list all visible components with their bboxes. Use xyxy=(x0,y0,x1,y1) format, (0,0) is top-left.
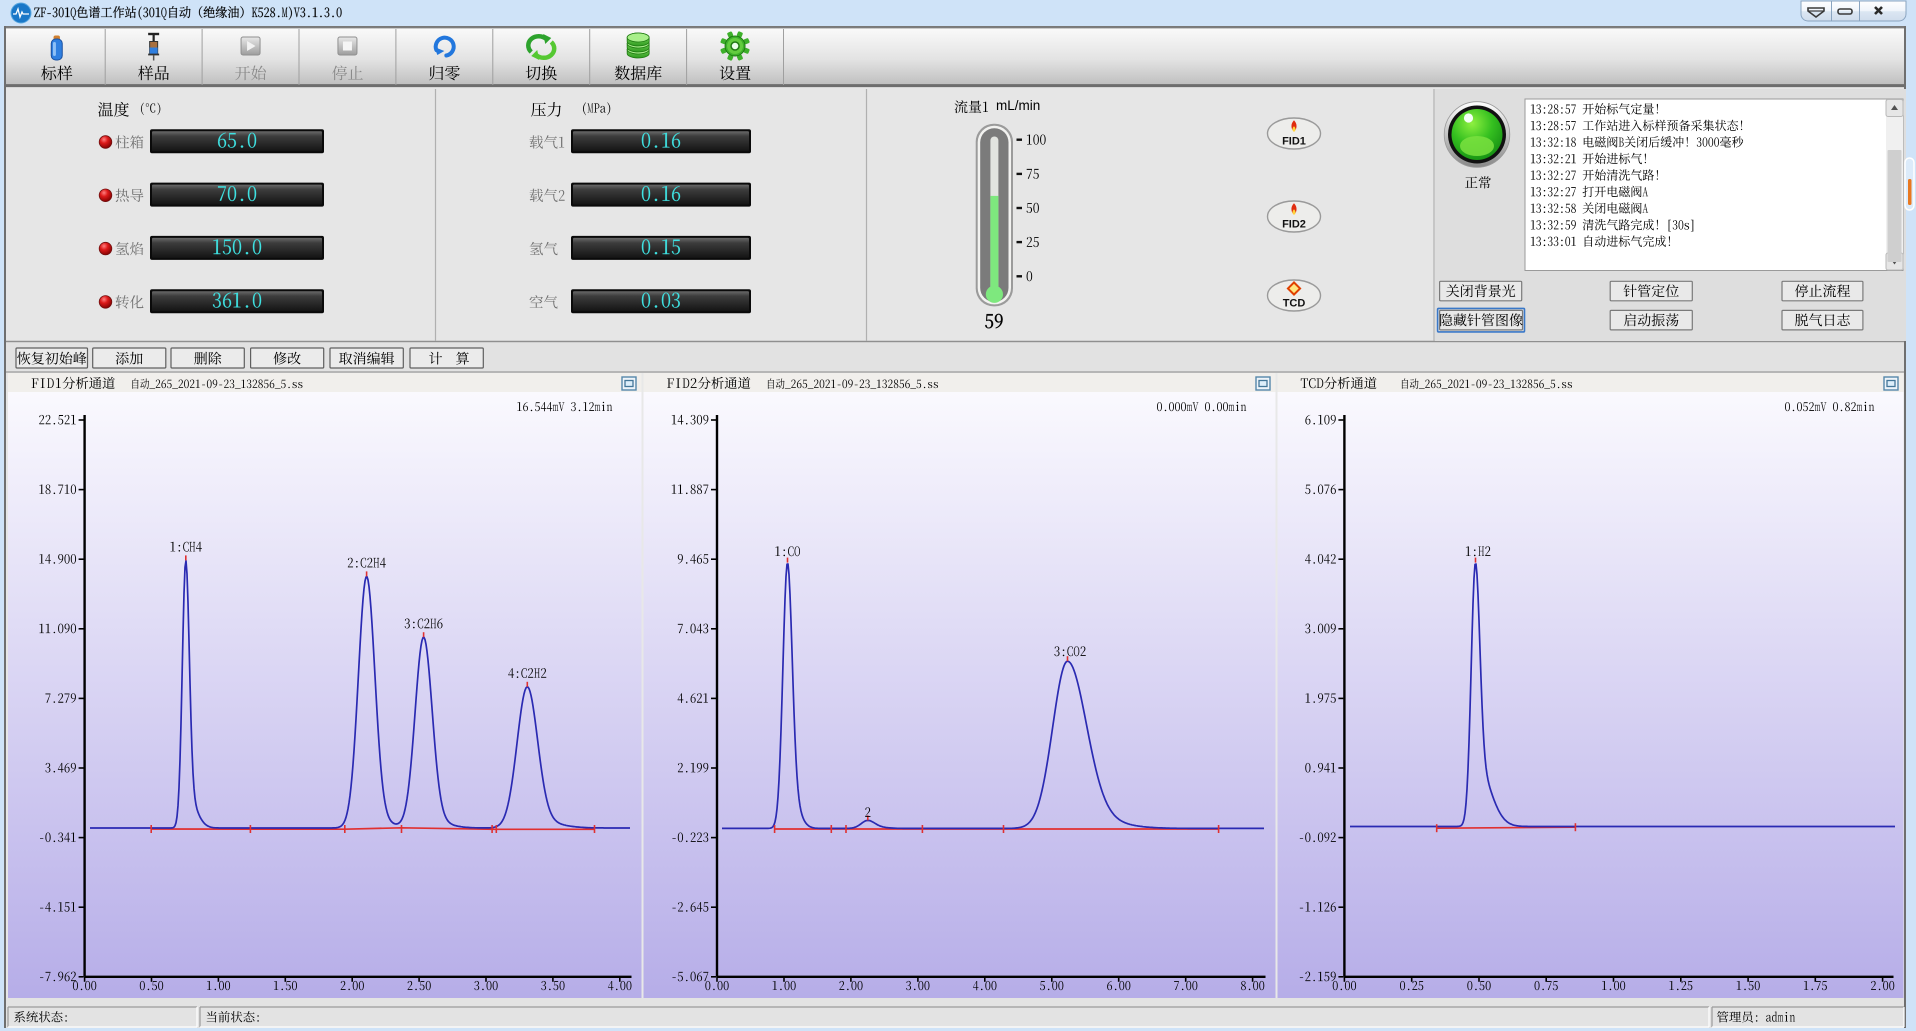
svg-text:TCD: TCD xyxy=(1283,298,1306,310)
svg-text:FID2: FID2 xyxy=(1282,219,1306,231)
svg-text:mL/min: mL/min xyxy=(996,98,1040,113)
svg-text:FID1: FID1 xyxy=(1282,136,1306,148)
